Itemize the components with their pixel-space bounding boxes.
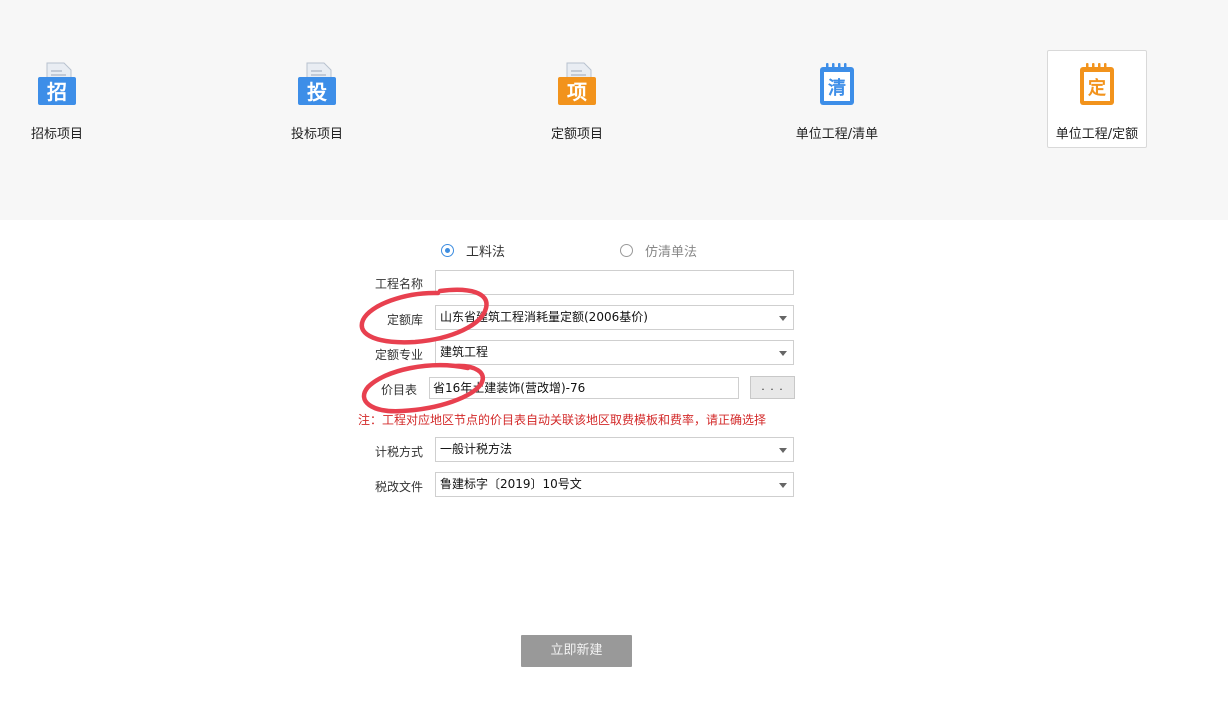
quota-library-value: 山东省建筑工程消耗量定额(2006基价) (440, 310, 648, 324)
project-type-bid[interactable]: 投 投标项目 (267, 50, 367, 148)
tender-project-icon: 招 (38, 62, 76, 105)
caret-down-icon (779, 351, 787, 356)
tax-method-select[interactable]: 一般计税方法 (435, 437, 794, 462)
project-type-tender[interactable]: 招 招标项目 (7, 50, 107, 148)
method-option-label: 工料法 (466, 244, 506, 260)
quota-major-value: 建筑工程 (440, 345, 489, 359)
caret-down-icon (779, 448, 787, 453)
project-type-unit-list[interactable]: 清 单位工程/清单 (787, 50, 887, 148)
svg-text:项: 项 (567, 80, 587, 104)
tax-reform-doc-label: 税改文件 (374, 480, 423, 494)
quota-library-select[interactable]: 山东省建筑工程消耗量定额(2006基价) (435, 305, 794, 330)
tax-reform-doc-select[interactable]: 鲁建标字〔2019〕10号文 (435, 472, 794, 497)
create-now-button[interactable]: 立即新建 (521, 635, 632, 667)
tax-method-value: 一般计税方法 (440, 442, 513, 456)
method-option-pseudo-list[interactable]: 仿清单法 (620, 241, 698, 260)
caret-down-icon (779, 316, 787, 321)
project-type-label: 单位工程/定额 (1055, 127, 1139, 142)
radio-unchecked-icon[interactable] (620, 243, 633, 257)
unit-list-notebook-icon: 清 (820, 63, 854, 105)
quota-project-icon: 项 (558, 62, 596, 105)
project-type-bar: 招 招标项目 投 投标项目 项 定额项目 清 单位工程/清单 定 单位工程/定额 (0, 0, 1228, 220)
tax-reform-doc-value: 鲁建标字〔2019〕10号文 (440, 477, 582, 491)
method-option-label: 仿清单法 (645, 244, 698, 260)
tax-method-label: 计税方式 (374, 445, 423, 459)
project-type-label: 定额项目 (550, 127, 603, 142)
bid-project-icon: 投 (298, 62, 336, 105)
price-table-note: 注：工程对应地区节点的价目表自动关联该地区取费模板和费率，请正确选择 (358, 413, 767, 427)
project-type-label: 单位工程/清单 (795, 127, 879, 142)
method-option-labor-material[interactable]: 工料法 (441, 241, 506, 260)
project-type-quota[interactable]: 项 定额项目 (527, 50, 627, 148)
project-name-label: 工程名称 (374, 277, 423, 291)
unit-quota-notebook-icon: 定 (1080, 63, 1114, 105)
price-table-value: 省16年土建装饰(营改增)-76 (433, 381, 586, 395)
quota-library-label: 定额库 (386, 313, 423, 327)
price-table-label: 价目表 (380, 383, 417, 397)
quota-major-label: 定额专业 (374, 348, 423, 362)
svg-text:清: 清 (828, 78, 846, 99)
svg-text:投: 投 (307, 80, 327, 104)
price-table-browse-button[interactable]: . . . (750, 376, 795, 399)
caret-down-icon (779, 483, 787, 488)
svg-text:定: 定 (1088, 77, 1106, 99)
project-type-label: 招标项目 (30, 127, 83, 142)
quota-major-select[interactable]: 建筑工程 (435, 340, 794, 365)
price-table-field[interactable]: 省16年土建装饰(营改增)-76 (429, 377, 739, 399)
radio-checked-icon[interactable] (441, 243, 454, 257)
project-type-unit-quota[interactable]: 定 单位工程/定额 (1047, 50, 1147, 148)
project-name-input[interactable] (440, 271, 793, 294)
svg-text:招: 招 (47, 80, 67, 104)
project-name-field[interactable] (435, 270, 794, 295)
project-type-label: 投标项目 (290, 127, 343, 142)
